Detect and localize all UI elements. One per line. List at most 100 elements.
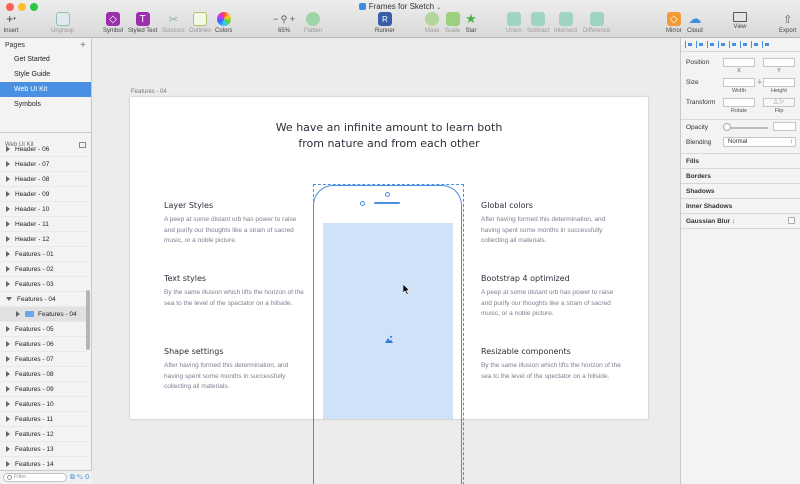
layers-scrollbar[interactable] <box>86 290 90 350</box>
gaussian-blur-checkbox[interactable] <box>788 217 795 224</box>
height-field[interactable] <box>763 78 795 87</box>
disclosure-closed-icon[interactable] <box>6 446 10 452</box>
filter-input[interactable]: Filter <box>3 473 67 482</box>
layer-row[interactable]: Features - 11 <box>0 412 88 427</box>
disclosure-closed-icon[interactable] <box>6 206 10 212</box>
scale-button[interactable]: Scale <box>445 12 460 34</box>
align-bottom-icon[interactable] <box>740 41 749 48</box>
intersect-button[interactable]: Intersect <box>554 12 577 34</box>
layer-row[interactable]: Features - 04 <box>0 292 88 307</box>
page-item[interactable]: Style Guide <box>0 67 91 82</box>
width-field[interactable] <box>723 78 755 87</box>
align-center-icon[interactable] <box>696 41 705 48</box>
disclosure-closed-icon[interactable] <box>6 401 10 407</box>
title-chevron-icon[interactable]: ⌄ <box>436 5 441 11</box>
layer-row[interactable]: Features - 04 <box>0 307 88 322</box>
canvas[interactable]: Features - 04 We have an infinite amount… <box>92 38 680 484</box>
disclosure-closed-icon[interactable] <box>6 251 10 257</box>
fills-section[interactable]: Fills <box>681 153 800 168</box>
artboard-label[interactable]: Features - 04 <box>131 89 167 95</box>
layer-row[interactable]: Features - 07 <box>0 352 88 367</box>
layer-row[interactable]: Header - 12 <box>0 232 88 247</box>
disclosure-closed-icon[interactable] <box>6 386 10 392</box>
zoom-control[interactable]: − ⚲ + 65% <box>266 12 302 35</box>
disclosure-closed-icon[interactable] <box>6 371 10 377</box>
disclosure-closed-icon[interactable] <box>6 461 10 467</box>
layer-row[interactable]: Features - 12 <box>0 427 88 442</box>
layer-row[interactable]: Header - 11 <box>0 217 88 232</box>
layer-row[interactable]: Header - 08 <box>0 172 88 187</box>
layer-row[interactable]: Features - 13 <box>0 442 88 457</box>
opacity-field[interactable] <box>773 122 796 131</box>
add-page-icon[interactable]: + <box>80 40 86 51</box>
phone-frame[interactable] <box>313 185 462 484</box>
layer-row[interactable]: Header - 07 <box>0 157 88 172</box>
runner-button[interactable]: R Runner <box>375 12 395 34</box>
opacity-slider-knob[interactable] <box>723 123 731 131</box>
disclosure-closed-icon[interactable] <box>6 326 10 332</box>
insert-button[interactable]: + ▾ Insert <box>3 12 19 34</box>
disclosure-closed-icon[interactable] <box>6 416 10 422</box>
layer-row[interactable]: Features - 06 <box>0 337 88 352</box>
mask-button[interactable]: Mask <box>425 12 439 34</box>
distribute-vertical-icon[interactable] <box>762 41 771 48</box>
blending-select[interactable]: Normal <box>723 137 796 147</box>
layer-row[interactable]: Features - 05 <box>0 322 88 337</box>
mirror-button[interactable]: ◇ Mirror <box>666 12 682 34</box>
styled-text-button[interactable]: T Styled Text <box>128 12 157 34</box>
disclosure-closed-icon[interactable] <box>6 356 10 362</box>
disclosure-closed-icon[interactable] <box>6 176 10 182</box>
rotate-field[interactable] <box>723 98 755 107</box>
inner-shadows-section[interactable]: Inner Shadows <box>681 198 800 213</box>
union-button[interactable]: Union <box>506 12 522 34</box>
layer-row[interactable]: Features - 03 <box>0 277 88 292</box>
disclosure-closed-icon[interactable] <box>6 191 10 197</box>
layer-row[interactable]: Features - 09 <box>0 382 88 397</box>
layer-row[interactable]: Header - 10 <box>0 202 88 217</box>
disclosure-closed-icon[interactable] <box>6 266 10 272</box>
align-right-icon[interactable] <box>707 41 716 48</box>
ungroup-button[interactable]: Ungroup <box>51 12 74 34</box>
shadows-section[interactable]: Shadows <box>681 183 800 198</box>
disclosure-closed-icon[interactable] <box>16 311 20 317</box>
colors-button[interactable]: Colors <box>215 12 232 34</box>
page-item[interactable]: Web UI Kit <box>0 82 91 97</box>
disclosure-closed-icon[interactable] <box>6 281 10 287</box>
scissors-button[interactable]: ✂ Scissors <box>162 12 185 35</box>
layer-row[interactable]: Header - 06 <box>0 142 88 157</box>
position-x-field[interactable] <box>723 58 755 67</box>
page-item[interactable]: Symbols <box>0 97 91 112</box>
disclosure-open-icon[interactable] <box>6 297 12 301</box>
difference-button[interactable]: Difference <box>583 12 610 34</box>
disclosure-closed-icon[interactable] <box>6 236 10 242</box>
layer-row[interactable]: Features - 02 <box>0 262 88 277</box>
disclosure-closed-icon[interactable] <box>6 161 10 167</box>
layer-row[interactable]: Features - 08 <box>0 367 88 382</box>
disclosure-closed-icon[interactable] <box>6 221 10 227</box>
disclosure-closed-icon[interactable] <box>6 146 10 152</box>
disclosure-closed-icon[interactable] <box>6 341 10 347</box>
borders-section[interactable]: Borders <box>681 168 800 183</box>
flip-buttons[interactable]: △ ▷ <box>763 98 795 107</box>
align-middle-icon[interactable] <box>729 41 738 48</box>
outlines-button[interactable]: Outlines <box>189 12 211 34</box>
subtract-button[interactable]: Subtract <box>527 12 549 34</box>
lock-ratio-icon[interactable]: ⚶ <box>757 78 762 85</box>
cloud-button[interactable]: ☁ Cloud <box>687 11 703 34</box>
gaussian-blur-section[interactable]: Gaussian Blur ↕ <box>681 213 800 228</box>
layer-row[interactable]: Features - 10 <box>0 397 88 412</box>
align-top-icon[interactable] <box>718 41 727 48</box>
symbol-button[interactable]: ◇ Symbol <box>103 12 123 34</box>
flatten-button[interactable]: Flatten <box>304 12 322 34</box>
layer-row[interactable]: Header - 09 <box>0 187 88 202</box>
position-y-field[interactable] <box>763 58 795 67</box>
view-button[interactable]: View <box>733 12 747 30</box>
page-item[interactable]: Get Started <box>0 52 91 67</box>
filter-options-icon[interactable]: ⧉ ✎ 0 <box>70 474 89 482</box>
align-left-icon[interactable] <box>685 41 694 48</box>
blur-type-chevron-icon[interactable]: ↕ <box>732 218 735 225</box>
star-button[interactable]: ★ Star <box>464 11 478 34</box>
layer-row[interactable]: Features - 01 <box>0 247 88 262</box>
distribute-horizontal-icon[interactable] <box>751 41 760 48</box>
disclosure-closed-icon[interactable] <box>6 431 10 437</box>
